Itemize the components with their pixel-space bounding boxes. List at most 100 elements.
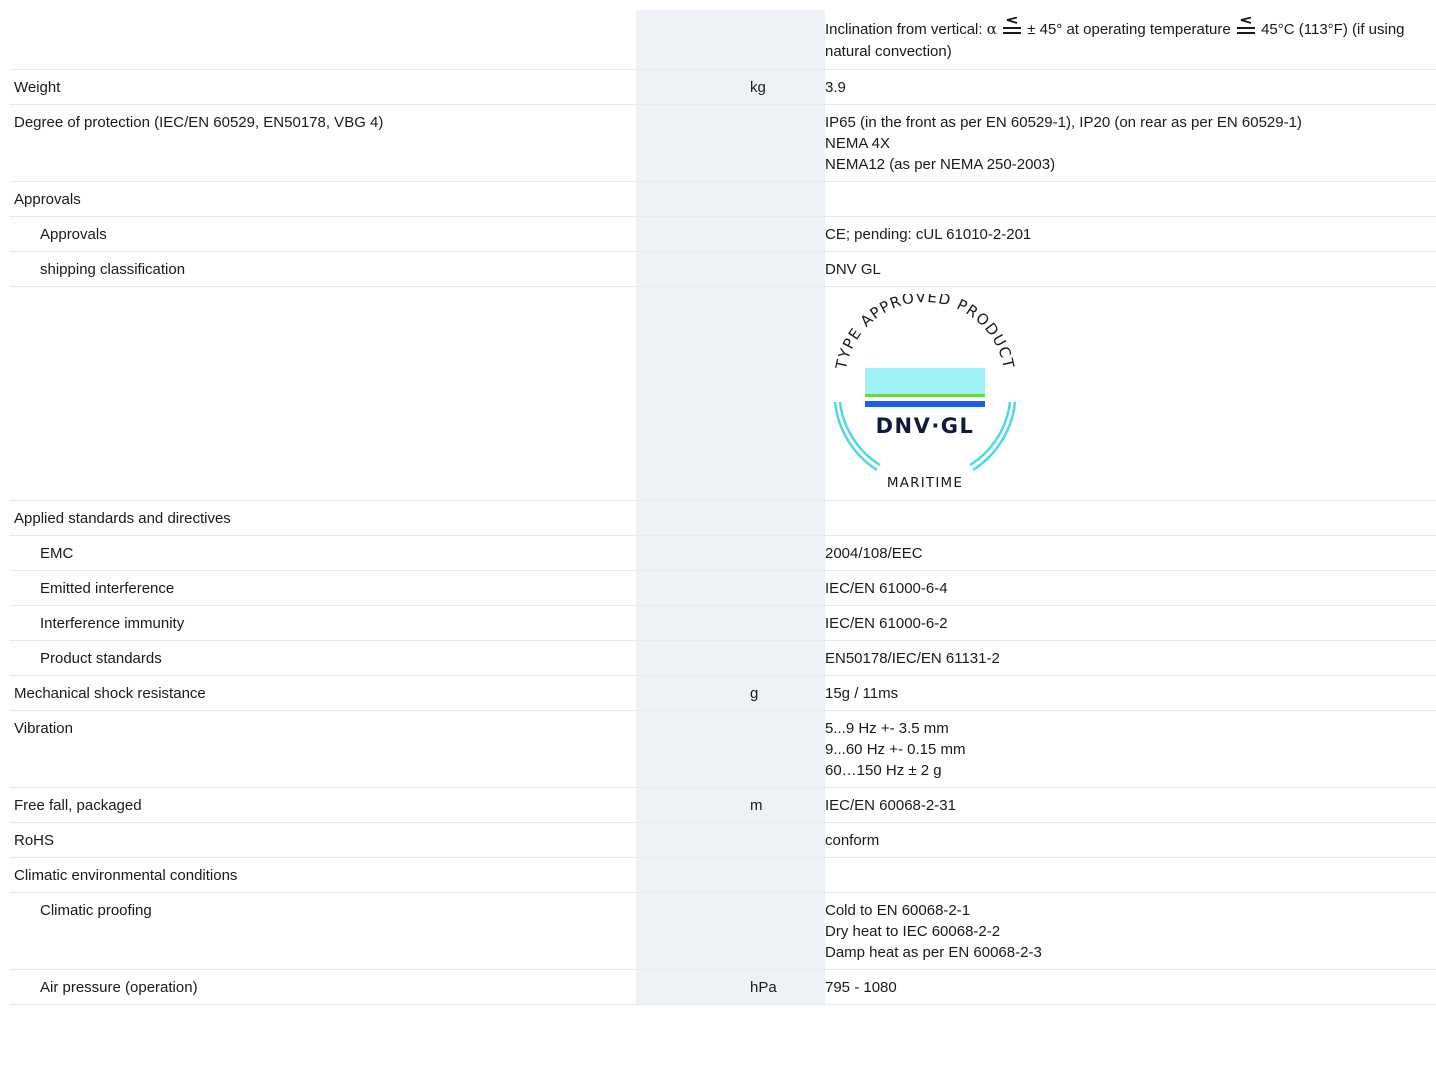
spec-spacer-cell: [636, 787, 750, 823]
spec-value-line: Damp heat as per EN 60068-2-3: [825, 944, 1042, 961]
spec-name-cell: Air pressure (operation): [10, 969, 636, 1005]
spec-unit-cell: [750, 857, 825, 893]
spec-spacer-cell: [636, 570, 750, 606]
spec-unit: g: [750, 685, 759, 702]
spec-name-cell: Mechanical shock resistance: [10, 675, 636, 711]
spec-value-cell: CE; pending: cUL 61010-2-201: [825, 216, 1436, 252]
spec-name: RoHS: [14, 832, 55, 849]
spec-value-line: EN50178/IEC/EN 61131-2: [825, 650, 1000, 667]
spec-name-cell: Emitted interference: [10, 570, 636, 606]
spec-name: Free fall, packaged: [14, 797, 142, 814]
less-or-equal-icon: [1001, 17, 1023, 35]
spec-value-line: 795 - 1080: [825, 979, 897, 996]
spec-name: Degree of protection (IEC/EN 60529, EN50…: [14, 114, 384, 131]
spec-spacer-cell: [636, 286, 750, 501]
spec-value-line: conform: [825, 832, 880, 849]
spec-spacer-cell: [636, 535, 750, 571]
spec-unit-cell: [750, 710, 825, 788]
spec-page: Inclination from vertical: α ± 45° at op…: [0, 0, 1436, 1070]
spec-unit-cell: [750, 286, 825, 501]
spec-name-cell: Approvals: [10, 181, 636, 217]
spec-unit-cell: [750, 892, 825, 970]
spec-row-emitted: Emitted interference IEC/EN 61000-6-4: [10, 570, 1436, 606]
spec-name: Emitted interference: [40, 580, 175, 597]
spec-value-cell: 5...9 Hz +- 3.5 mm 9...60 Hz +- 0.15 mm 60…: [825, 710, 1436, 788]
spec-spacer-cell: [636, 822, 750, 858]
spec-name-cell: Weight: [10, 69, 636, 105]
spec-value-cell: 2004/108/EEC: [825, 535, 1436, 571]
spec-name-cell: Applied standards and directives: [10, 500, 636, 536]
spec-value-cell: DNV GL: [825, 251, 1436, 287]
spec-table: Inclination from vertical: α ± 45° at op…: [10, 10, 1436, 1005]
spec-value-line: NEMA 4X: [825, 135, 891, 152]
spec-unit: m: [750, 797, 763, 814]
spec-name-cell: RoHS: [10, 822, 636, 858]
spec-value-line: CE; pending: cUL 61010-2-201: [825, 226, 1032, 243]
spec-name: Air pressure (operation): [40, 979, 198, 996]
inclination-part1: Inclination from vertical:: [825, 21, 987, 38]
spec-row-air-pressure: Air pressure (operation) hPa 795 - 1080: [10, 969, 1436, 1005]
spec-spacer-cell: [636, 10, 750, 70]
logo-sector-text: MARITIME: [887, 475, 963, 491]
spec-spacer-cell: [636, 969, 750, 1005]
spec-name-cell: Product standards: [10, 640, 636, 676]
spec-value-cell: 3.9: [825, 69, 1436, 105]
spec-row-standards: Applied standards and directives: [10, 500, 1436, 536]
alpha-symbol: α: [986, 20, 997, 38]
spec-spacer-cell: [636, 640, 750, 676]
spec-name: Interference immunity: [40, 615, 185, 632]
spec-unit-cell: kg: [750, 69, 825, 105]
spec-spacer-cell: [636, 104, 750, 182]
spec-spacer-cell: [636, 181, 750, 217]
spec-unit-cell: hPa: [750, 969, 825, 1005]
spec-name-cell: Approvals: [10, 216, 636, 252]
spec-row-shipping: shipping classification DNV GL: [10, 251, 1436, 287]
spec-row-approvals-sub: Approvals CE; pending: cUL 61010-2-201: [10, 216, 1436, 252]
spec-value-line: IEC/EN 61000-6-2: [825, 615, 948, 632]
spec-name-cell: Degree of protection (IEC/EN 60529, EN50…: [10, 104, 636, 182]
spec-name: Applied standards and directives: [14, 510, 231, 527]
spec-name: EMC: [40, 545, 74, 562]
spec-name-cell: [10, 10, 636, 70]
spec-value-line: 60…150 Hz ± 2 g: [825, 762, 942, 779]
inclination-part2: ± 45° at operating temperature: [1023, 21, 1235, 38]
spec-spacer-cell: [636, 892, 750, 970]
spec-spacer-cell: [636, 710, 750, 788]
spec-spacer-cell: [636, 69, 750, 105]
spec-value-cell: [825, 857, 1436, 893]
spec-unit-cell: g: [750, 675, 825, 711]
spec-name: Weight: [14, 79, 61, 96]
spec-value-cell: [825, 181, 1436, 217]
logo-arc-text: TYPE APPROVED PRODUCT: [832, 288, 1017, 372]
spec-unit-cell: [750, 251, 825, 287]
spec-unit-cell: [750, 500, 825, 536]
spec-name-cell: [10, 286, 636, 501]
dnv-gl-logo-graphic: TYPE APPROVED PRODUCT DNV·GL MARITIME: [832, 288, 1018, 491]
spec-unit-cell: [750, 822, 825, 858]
spec-value-line: IP65 (in the front as per EN 60529-1), I…: [825, 114, 1302, 131]
spec-value-cell: Cold to EN 60068-2-1 Dry heat to IEC 6006…: [825, 892, 1436, 970]
logo-brand-text: DNV·GL: [876, 414, 975, 438]
spec-row-vibration: Vibration 5...9 Hz +- 3.5 mm 9...60 Hz +- …: [10, 710, 1436, 788]
spec-name-cell: Climatic environmental conditions: [10, 857, 636, 893]
spec-row-immunity: Interference immunity IEC/EN 61000-6-2: [10, 605, 1436, 641]
spec-value-line: 3.9: [825, 79, 846, 96]
spec-value-line: NEMA12 (as per NEMA 250-2003): [825, 156, 1056, 173]
spec-value-line: 15g / 11ms: [825, 685, 899, 702]
spec-value-cell: 795 - 1080: [825, 969, 1436, 1005]
spec-name: shipping classification: [40, 261, 186, 278]
spec-unit-cell: [750, 181, 825, 217]
spec-unit-cell: [750, 570, 825, 606]
spec-row-free-fall: Free fall, packaged m IEC/EN 60068-2-31: [10, 787, 1436, 823]
spec-value-cell: EN50178/IEC/EN 61131-2: [825, 640, 1436, 676]
svg-text:TYPE APPROVED PRODUCT: TYPE APPROVED PRODUCT: [832, 294, 1018, 372]
spec-name-cell: Interference immunity: [10, 605, 636, 641]
spec-row-shock: Mechanical shock resistance g 15g / 11ms: [10, 675, 1436, 711]
spec-row-inclination: Inclination from vertical: α ± 45° at op…: [10, 10, 1436, 70]
spec-value-cell: IEC/EN 61000-6-4: [825, 570, 1436, 606]
spec-unit-cell: [750, 104, 825, 182]
spec-value-line: Cold to EN 60068-2-1: [825, 902, 971, 919]
spec-name: Vibration: [14, 720, 73, 737]
spec-spacer-cell: [636, 605, 750, 641]
spec-unit-cell: [750, 10, 825, 70]
